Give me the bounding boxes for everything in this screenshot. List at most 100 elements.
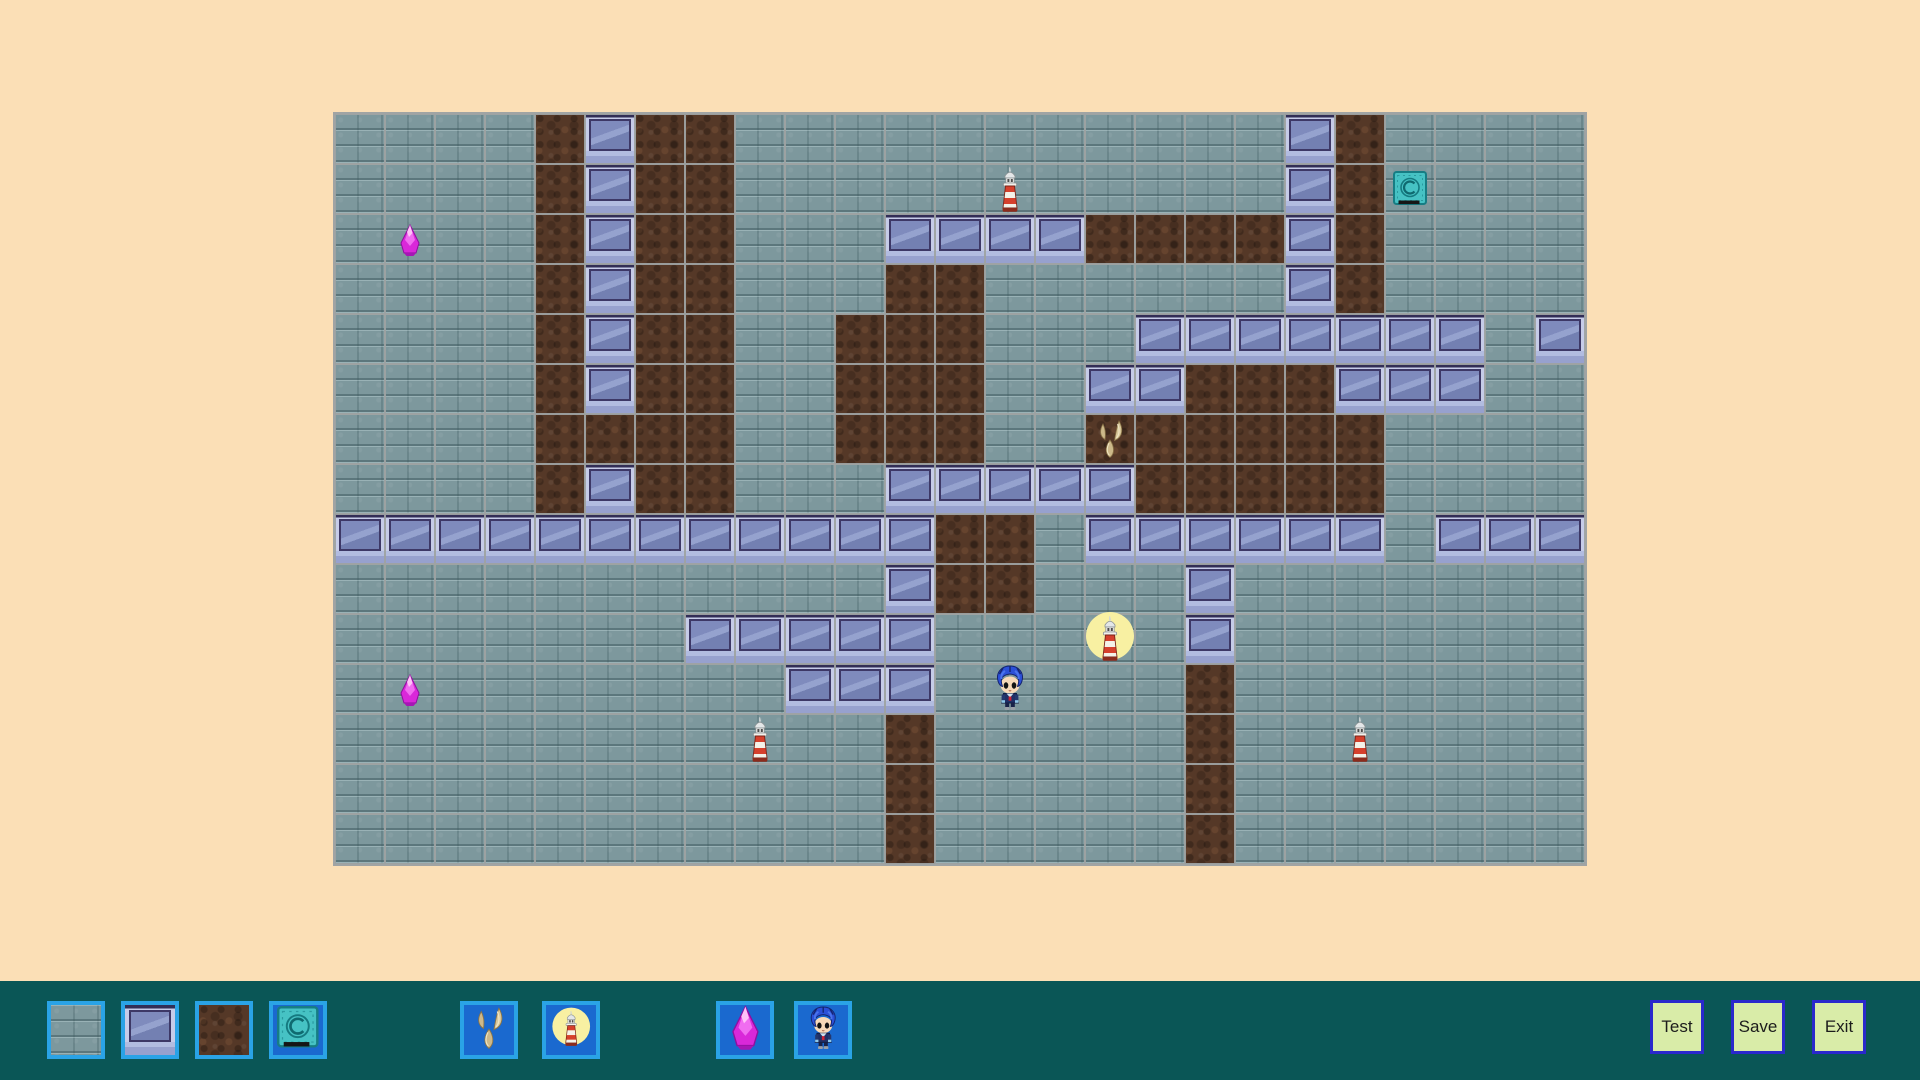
- map-tile-window[interactable]: [1235, 514, 1285, 564]
- map-tile-stone-brick[interactable]: [1485, 664, 1535, 714]
- map-tile-stone-brick[interactable]: [1135, 664, 1185, 714]
- map-tile-stone-brick[interactable]: [835, 464, 885, 514]
- map-tile-stone-brick[interactable]: [985, 114, 1035, 164]
- map-tile-stone-brick[interactable]: [635, 814, 685, 864]
- palette-item-player-sprite[interactable]: [794, 1001, 852, 1059]
- map-tile-stone-brick[interactable]: [385, 814, 435, 864]
- map-tile-dirt[interactable]: [1235, 214, 1285, 264]
- map-tile-stone-brick[interactable]: [335, 464, 385, 514]
- map-tile-stone-brick[interactable]: [1435, 664, 1485, 714]
- exit-button[interactable]: Exit: [1812, 1000, 1866, 1054]
- map-tile-stone-brick[interactable]: [385, 264, 435, 314]
- palette-item-lighthouse-sprite[interactable]: [542, 1001, 600, 1059]
- map-tile-stone-brick[interactable]: [735, 764, 785, 814]
- map-tile-dirt[interactable]: [885, 364, 935, 414]
- map-tile-stone-brick[interactable]: [935, 814, 985, 864]
- map-tile-stone-brick[interactable]: [1535, 114, 1585, 164]
- map-tile-stone-brick[interactable]: [335, 364, 385, 414]
- map-tile-stone-brick[interactable]: [1485, 114, 1535, 164]
- map-tile-stone-brick[interactable]: [1535, 714, 1585, 764]
- map-tile-stone-brick[interactable]: [1135, 264, 1185, 314]
- map-tile-dirt[interactable]: [885, 314, 935, 364]
- map-tile-stone-brick[interactable]: [335, 764, 385, 814]
- palette-item-dirt-tile[interactable]: [195, 1001, 253, 1059]
- map-tile-dirt[interactable]: [935, 314, 985, 364]
- map-tile-window[interactable]: [1385, 364, 1435, 414]
- map-tile-stone-brick[interactable]: [1235, 664, 1285, 714]
- map-tile-window[interactable]: [885, 214, 935, 264]
- map-tile-stone-brick[interactable]: [1335, 814, 1385, 864]
- map-tile-stone-brick[interactable]: [785, 114, 835, 164]
- map-tile-stone-brick[interactable]: [385, 364, 435, 414]
- map-tile-stone-brick[interactable]: [1135, 114, 1185, 164]
- map-tile-stone-brick[interactable]: [485, 814, 535, 864]
- map-tile-stone-brick[interactable]: [435, 764, 485, 814]
- map-tile-stone-brick[interactable]: [1135, 814, 1185, 864]
- map-tile-dirt[interactable]: [535, 464, 585, 514]
- map-tile-window[interactable]: [885, 664, 935, 714]
- map-tile-window[interactable]: [985, 214, 1035, 264]
- map-tile-stone-brick[interactable]: [935, 714, 985, 764]
- map-tile-stone-brick[interactable]: [985, 264, 1035, 314]
- map-tile-stone-brick[interactable]: [435, 814, 485, 864]
- map-tile-dirt[interactable]: [1335, 464, 1385, 514]
- map-tile-window[interactable]: [785, 664, 835, 714]
- map-tile-stone-brick[interactable]: [685, 664, 735, 714]
- map-tile-stone-brick[interactable]: [585, 764, 635, 814]
- map-tile-window[interactable]: [885, 514, 935, 564]
- map-tile-window[interactable]: [835, 514, 885, 564]
- map-tile-stone-brick[interactable]: [485, 314, 535, 364]
- map-tile-stone-brick[interactable]: [1335, 614, 1385, 664]
- map-tile-stone-brick[interactable]: [835, 564, 885, 614]
- map-tile-stone-brick[interactable]: [985, 614, 1035, 664]
- map-tile-window[interactable]: [585, 514, 635, 564]
- map-tile-window[interactable]: [1085, 364, 1135, 414]
- player-sprite[interactable]: [992, 665, 1028, 711]
- map-tile-window[interactable]: [585, 114, 635, 164]
- map-tile-dirt[interactable]: [635, 314, 685, 364]
- test-button[interactable]: Test: [1650, 1000, 1704, 1054]
- map-tile-stone-brick[interactable]: [1385, 714, 1435, 764]
- map-tile-dirt[interactable]: [1235, 464, 1285, 514]
- map-tile-window[interactable]: [585, 314, 635, 364]
- map-tile-stone-brick[interactable]: [1485, 564, 1535, 614]
- map-tile-dirt[interactable]: [535, 264, 585, 314]
- map-tile-stone-brick[interactable]: [985, 714, 1035, 764]
- map-tile-stone-brick[interactable]: [1385, 614, 1435, 664]
- map-tile-stone-brick[interactable]: [1035, 764, 1085, 814]
- map-tile-dirt[interactable]: [1335, 114, 1385, 164]
- map-tile-window[interactable]: [1285, 164, 1335, 214]
- map-tile-stone-brick[interactable]: [1185, 114, 1235, 164]
- map-tile-stone-brick[interactable]: [1285, 564, 1335, 614]
- map-tile-stone-brick[interactable]: [1435, 564, 1485, 614]
- map-tile-window[interactable]: [585, 364, 635, 414]
- map-tile-stone-brick[interactable]: [835, 764, 885, 814]
- map-tile-stone-brick[interactable]: [385, 464, 435, 514]
- map-tile-stone-brick[interactable]: [1435, 814, 1485, 864]
- map-tile-dirt[interactable]: [535, 114, 585, 164]
- map-tile-stone-brick[interactable]: [785, 464, 835, 514]
- map-tile-stone-brick[interactable]: [1185, 164, 1235, 214]
- map-tile-window[interactable]: [1335, 314, 1385, 364]
- map-tile-dirt[interactable]: [985, 564, 1035, 614]
- map-tile-window[interactable]: [1035, 464, 1085, 514]
- map-tile-stone-brick[interactable]: [1085, 564, 1135, 614]
- map-tile-stone-brick[interactable]: [835, 264, 885, 314]
- map-tile-stone-brick[interactable]: [1535, 264, 1585, 314]
- map-tile-window[interactable]: [1335, 514, 1385, 564]
- map-tile-window[interactable]: [435, 514, 485, 564]
- map-tile-stone-brick[interactable]: [1435, 114, 1485, 164]
- map-tile-stone-brick[interactable]: [1535, 364, 1585, 414]
- save-button[interactable]: Save: [1731, 1000, 1785, 1054]
- map-tile-stone-brick[interactable]: [735, 164, 785, 214]
- map-tile-stone-brick[interactable]: [1385, 114, 1435, 164]
- map-tile-stone-brick[interactable]: [1335, 564, 1385, 614]
- map-tile-stone-brick[interactable]: [435, 364, 485, 414]
- map-tile-stone-brick[interactable]: [735, 464, 785, 514]
- map-tile-dirt[interactable]: [585, 414, 635, 464]
- map-tile-stone-brick[interactable]: [1485, 464, 1535, 514]
- map-tile-stone-brick[interactable]: [1485, 214, 1535, 264]
- map-tile-window[interactable]: [1085, 514, 1135, 564]
- map-tile-stone-brick[interactable]: [1135, 164, 1185, 214]
- map-tile-stone-brick[interactable]: [1235, 114, 1285, 164]
